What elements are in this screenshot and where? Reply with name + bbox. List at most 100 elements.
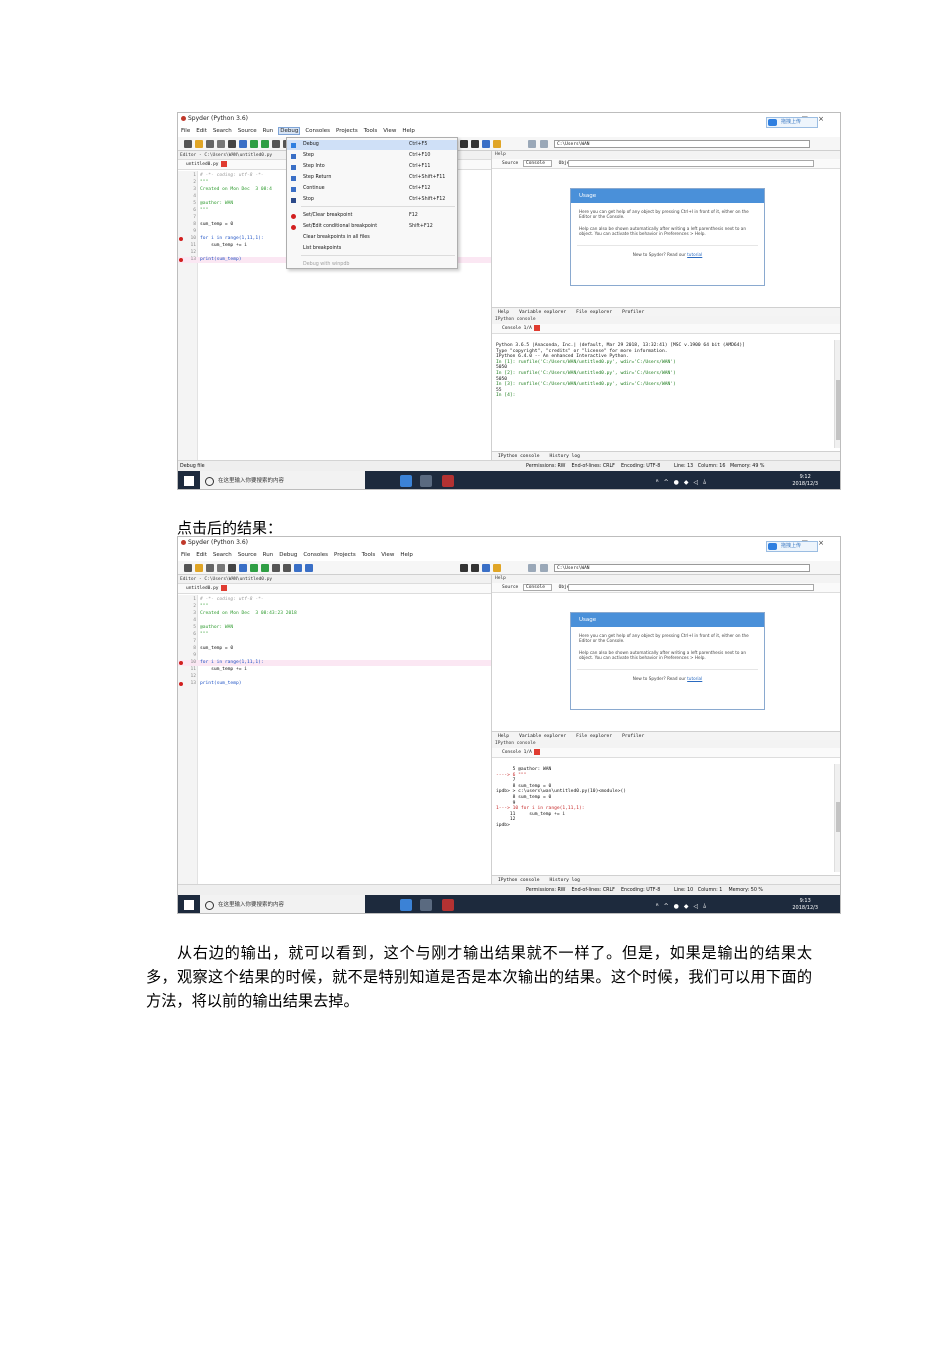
breakpoint-icon[interactable] xyxy=(179,258,183,262)
menu-view[interactable]: View xyxy=(381,552,394,558)
browse-icon[interactable] xyxy=(239,140,247,148)
pane-tab[interactable]: Variable explorer xyxy=(519,734,566,739)
menu-source[interactable]: Source xyxy=(238,128,257,134)
stop-icon[interactable] xyxy=(305,564,313,572)
breakpoint-icon[interactable] xyxy=(179,682,183,686)
source-select[interactable]: Console xyxy=(522,160,552,167)
taskbar-app-icon[interactable] xyxy=(420,475,432,487)
console-output[interactable]: Python 3.6.5 |Anaconda, Inc.| (default, … xyxy=(492,340,832,448)
menu-file[interactable]: File xyxy=(181,128,190,134)
debug-menu-item[interactable]: Continue Ctrl+F12 xyxy=(287,184,457,194)
debug-menu-item[interactable]: Set/Edit conditional breakpoint Shift+F12 xyxy=(287,222,457,232)
breakpoint-icon[interactable] xyxy=(179,237,183,241)
wrench-icon[interactable] xyxy=(482,564,490,572)
step-icon[interactable] xyxy=(272,140,280,148)
close-icon[interactable] xyxy=(220,584,227,591)
save-icon[interactable] xyxy=(206,140,214,148)
menu-consoles[interactable]: Consoles xyxy=(305,128,330,134)
pane-tab[interactable]: History log xyxy=(550,878,580,883)
system-tray-icons[interactable]: ᴿ^●◆◁ﾑ xyxy=(656,901,711,910)
menu-view[interactable]: View xyxy=(383,128,396,134)
upload-button[interactable]: 拖拽上传 xyxy=(766,117,818,128)
debug-menu-item[interactable]: Step Return Ctrl+Shift+F11 xyxy=(287,173,457,183)
editor-tab[interactable]: untitled0.py xyxy=(178,584,491,594)
close-icon[interactable] xyxy=(533,748,540,755)
run-icon[interactable] xyxy=(250,140,258,148)
debug-menu-item[interactable]: Step Into Ctrl+F11 xyxy=(287,162,457,172)
menu-debug[interactable]: Debug xyxy=(279,552,297,558)
wrench-icon[interactable] xyxy=(482,140,490,148)
pane-tab[interactable]: Help xyxy=(498,310,509,315)
list-icon[interactable] xyxy=(228,140,236,148)
pane-tab[interactable]: IPython console xyxy=(498,454,540,459)
scroll-thumb[interactable] xyxy=(836,802,840,832)
code-area[interactable]: 1 # -*- coding: utf-8 -*- 2 """ 3 Created on … xyxy=(178,595,491,884)
taskbar-search[interactable]: 在这里输入你要搜索的内容 xyxy=(200,895,365,913)
menu-source[interactable]: Source xyxy=(238,552,257,558)
taskbar-app-icon[interactable] xyxy=(400,475,412,487)
spyder-taskbar-icon[interactable] xyxy=(442,475,454,487)
taskbar-app-icon[interactable] xyxy=(420,899,432,911)
console-tab[interactable]: Console 1/A xyxy=(492,748,840,758)
pane-tab[interactable]: Profiler xyxy=(622,734,644,739)
maximize-pane-icon[interactable] xyxy=(460,564,468,572)
fullscreen-icon[interactable] xyxy=(471,564,479,572)
breakpoint-icon[interactable] xyxy=(179,661,183,665)
back-arrow-icon[interactable] xyxy=(528,564,536,572)
open-folder-icon[interactable] xyxy=(195,140,203,148)
debug-menu-item[interactable]: Debug Ctrl+F5 xyxy=(287,140,457,150)
pane-tab[interactable]: File explorer xyxy=(576,310,612,315)
close-icon[interactable] xyxy=(533,324,540,331)
forward-arrow-icon[interactable] xyxy=(540,564,548,572)
spyder-taskbar-icon[interactable] xyxy=(442,899,454,911)
tutorial-link[interactable]: tutorial xyxy=(687,252,702,257)
open-folder-icon[interactable] xyxy=(195,564,203,572)
console-scrollbar[interactable] xyxy=(834,764,840,872)
menu-edit[interactable]: Edit xyxy=(196,128,207,134)
menu-search[interactable]: Search xyxy=(213,552,232,558)
menu-debug[interactable]: Debug xyxy=(278,127,301,135)
save-all-icon[interactable] xyxy=(217,140,225,148)
windows-start-icon[interactable] xyxy=(184,900,194,910)
console-tab[interactable]: Console 1/A xyxy=(492,324,840,334)
taskbar-search[interactable]: 在这里输入你要搜索的内容 xyxy=(200,471,365,489)
tutorial-link[interactable]: tutorial xyxy=(687,676,702,681)
object-input[interactable] xyxy=(568,584,814,591)
pane-tab[interactable]: Help xyxy=(498,734,509,739)
menu-tools[interactable]: Tools xyxy=(362,552,376,558)
menu-edit[interactable]: Edit xyxy=(196,552,207,558)
source-select[interactable]: Console xyxy=(522,584,552,591)
maximize-pane-icon[interactable] xyxy=(460,140,468,148)
menu-help[interactable]: Help xyxy=(400,552,413,558)
back-arrow-icon[interactable] xyxy=(528,140,536,148)
menu-run[interactable]: Run xyxy=(263,128,274,134)
pane-tab[interactable]: Profiler xyxy=(622,310,644,315)
debug-menu-item[interactable]: Step Ctrl+F10 xyxy=(287,151,457,161)
python-path-icon[interactable] xyxy=(493,140,501,148)
debug-icon[interactable] xyxy=(261,564,269,572)
console-scrollbar[interactable] xyxy=(834,340,840,448)
pane-tab[interactable]: Variable explorer xyxy=(519,310,566,315)
system-tray-icons[interactable]: ᴿ^●◆◁ﾑ xyxy=(656,477,711,486)
object-input[interactable] xyxy=(568,160,814,167)
menu-projects[interactable]: Projects xyxy=(334,552,356,558)
upload-button[interactable]: 拖拽上传 xyxy=(766,541,818,552)
menu-search[interactable]: Search xyxy=(213,128,232,134)
menu-projects[interactable]: Projects xyxy=(336,128,358,134)
browse-icon[interactable] xyxy=(239,564,247,572)
menu-consoles[interactable]: Consoles xyxy=(303,552,328,558)
pane-tab[interactable]: IPython console xyxy=(498,878,540,883)
new-file-icon[interactable] xyxy=(184,564,192,572)
run-icon[interactable] xyxy=(250,564,258,572)
step-into-icon[interactable] xyxy=(283,564,291,572)
pane-tab[interactable]: File explorer xyxy=(576,734,612,739)
save-all-icon[interactable] xyxy=(217,564,225,572)
menu-tools[interactable]: Tools xyxy=(364,128,378,134)
working-directory-input[interactable]: C:\Users\WAN xyxy=(554,564,810,572)
working-directory-input[interactable]: C:\Users\WAN xyxy=(554,140,810,148)
console-output[interactable]: 5 @author: WAN ----> 6 """ 7 8 sum_temp =… xyxy=(492,764,832,872)
menu-run[interactable]: Run xyxy=(263,552,274,558)
python-path-icon[interactable] xyxy=(493,564,501,572)
list-icon[interactable] xyxy=(228,564,236,572)
menu-help[interactable]: Help xyxy=(402,128,415,134)
